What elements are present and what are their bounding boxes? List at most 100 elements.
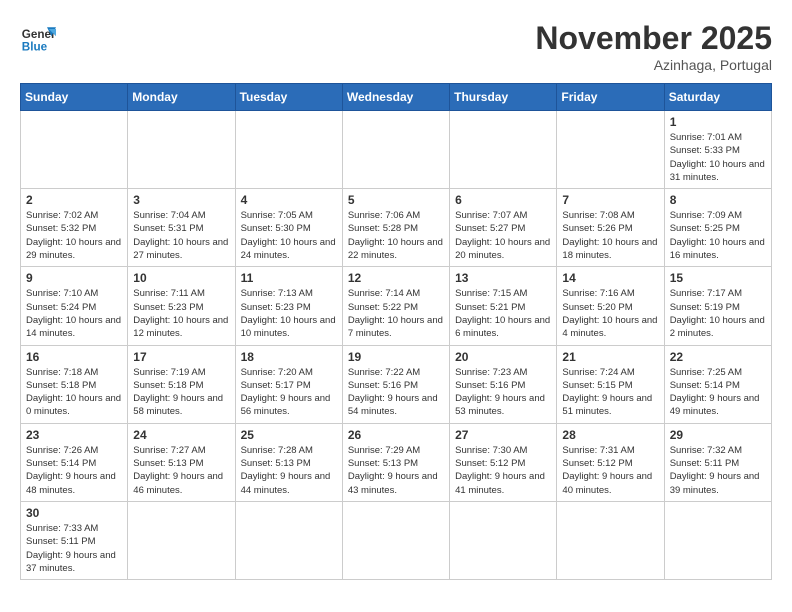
calendar-day-cell: 20 Sunrise: 7:23 AM Sunset: 5:16 PM Dayli…: [450, 345, 557, 423]
calendar-day-cell: 2 Sunrise: 7:02 AM Sunset: 5:32 PM Daylig…: [21, 189, 128, 267]
logo-icon: General Blue: [20, 20, 56, 56]
day-info: Sunrise: 7:33 AM Sunset: 5:11 PM Dayligh…: [26, 522, 122, 575]
day-info: Sunrise: 7:14 AM Sunset: 5:22 PM Dayligh…: [348, 287, 444, 340]
day-info: Sunrise: 7:22 AM Sunset: 5:16 PM Dayligh…: [348, 366, 444, 419]
day-info: Sunrise: 7:18 AM Sunset: 5:18 PM Dayligh…: [26, 366, 122, 419]
day-info: Sunrise: 7:30 AM Sunset: 5:12 PM Dayligh…: [455, 444, 551, 497]
day-number: 7: [562, 193, 658, 207]
day-info: Sunrise: 7:17 AM Sunset: 5:19 PM Dayligh…: [670, 287, 766, 340]
day-number: 30: [26, 506, 122, 520]
calendar-day-cell: 12 Sunrise: 7:14 AM Sunset: 5:22 PM Dayli…: [342, 267, 449, 345]
location: Azinhaga, Portugal: [535, 57, 772, 73]
day-number: 5: [348, 193, 444, 207]
day-info: Sunrise: 7:15 AM Sunset: 5:21 PM Dayligh…: [455, 287, 551, 340]
day-number: 13: [455, 271, 551, 285]
day-number: 27: [455, 428, 551, 442]
calendar-day-cell: [557, 111, 664, 189]
day-info: Sunrise: 7:20 AM Sunset: 5:17 PM Dayligh…: [241, 366, 337, 419]
day-number: 16: [26, 350, 122, 364]
calendar-day-cell: 21Sunrise: 7:24 AM Sunset: 5:15 PM Dayli…: [557, 345, 664, 423]
day-number: 15: [670, 271, 766, 285]
day-number: 20: [455, 350, 551, 364]
day-info: Sunrise: 7:02 AM Sunset: 5:32 PM Dayligh…: [26, 209, 122, 262]
day-number: 14: [562, 271, 658, 285]
weekday-header: Saturday: [664, 84, 771, 111]
weekday-header: Tuesday: [235, 84, 342, 111]
weekday-header-row: SundayMondayTuesdayWednesdayThursdayFrid…: [21, 84, 772, 111]
day-info: Sunrise: 7:06 AM Sunset: 5:28 PM Dayligh…: [348, 209, 444, 262]
day-number: 23: [26, 428, 122, 442]
day-number: 18: [241, 350, 337, 364]
calendar-day-cell: 23 Sunrise: 7:26 AM Sunset: 5:14 PM Dayli…: [21, 423, 128, 501]
calendar-day-cell: 29 Sunrise: 7:32 AM Sunset: 5:11 PM Dayli…: [664, 423, 771, 501]
day-number: 6: [455, 193, 551, 207]
day-number: 8: [670, 193, 766, 207]
calendar-day-cell: 16 Sunrise: 7:18 AM Sunset: 5:18 PM Dayli…: [21, 345, 128, 423]
day-info: Sunrise: 7:23 AM Sunset: 5:16 PM Dayligh…: [455, 366, 551, 419]
day-number: 17: [133, 350, 229, 364]
calendar-day-cell: [128, 501, 235, 579]
calendar-day-cell: 8 Sunrise: 7:09 AM Sunset: 5:25 PM Daylig…: [664, 189, 771, 267]
day-number: 4: [241, 193, 337, 207]
calendar-day-cell: 11Sunrise: 7:13 AM Sunset: 5:23 PM Dayli…: [235, 267, 342, 345]
calendar-day-cell: [342, 111, 449, 189]
calendar-day-cell: 25Sunrise: 7:28 AM Sunset: 5:13 PM Dayli…: [235, 423, 342, 501]
calendar-day-cell: 14 Sunrise: 7:16 AM Sunset: 5:20 PM Dayli…: [557, 267, 664, 345]
svg-text:Blue: Blue: [22, 41, 48, 54]
calendar-day-cell: 17 Sunrise: 7:19 AM Sunset: 5:18 PM Dayli…: [128, 345, 235, 423]
calendar-day-cell: [664, 501, 771, 579]
calendar-week-row: 30 Sunrise: 7:33 AM Sunset: 5:11 PM Dayli…: [21, 501, 772, 579]
day-info: Sunrise: 7:26 AM Sunset: 5:14 PM Dayligh…: [26, 444, 122, 497]
day-info: Sunrise: 7:04 AM Sunset: 5:31 PM Dayligh…: [133, 209, 229, 262]
day-number: 29: [670, 428, 766, 442]
weekday-header: Thursday: [450, 84, 557, 111]
day-number: 10: [133, 271, 229, 285]
calendar-day-cell: [450, 501, 557, 579]
day-info: Sunrise: 7:16 AM Sunset: 5:20 PM Dayligh…: [562, 287, 658, 340]
day-number: 24: [133, 428, 229, 442]
calendar-day-cell: 4 Sunrise: 7:05 AM Sunset: 5:30 PM Daylig…: [235, 189, 342, 267]
day-number: 9: [26, 271, 122, 285]
day-info: Sunrise: 7:05 AM Sunset: 5:30 PM Dayligh…: [241, 209, 337, 262]
day-info: Sunrise: 7:07 AM Sunset: 5:27 PM Dayligh…: [455, 209, 551, 262]
day-info: Sunrise: 7:29 AM Sunset: 5:13 PM Dayligh…: [348, 444, 444, 497]
calendar-day-cell: [235, 111, 342, 189]
weekday-header: Monday: [128, 84, 235, 111]
day-info: Sunrise: 7:08 AM Sunset: 5:26 PM Dayligh…: [562, 209, 658, 262]
calendar-day-cell: [235, 501, 342, 579]
calendar-day-cell: 1Sunrise: 7:01 AM Sunset: 5:33 PM Daylig…: [664, 111, 771, 189]
calendar-day-cell: 26Sunrise: 7:29 AM Sunset: 5:13 PM Dayli…: [342, 423, 449, 501]
calendar-day-cell: [557, 501, 664, 579]
calendar-day-cell: 13 Sunrise: 7:15 AM Sunset: 5:21 PM Dayli…: [450, 267, 557, 345]
weekday-header: Sunday: [21, 84, 128, 111]
calendar-day-cell: 10 Sunrise: 7:11 AM Sunset: 5:23 PM Dayli…: [128, 267, 235, 345]
calendar-day-cell: [450, 111, 557, 189]
day-number: 3: [133, 193, 229, 207]
calendar-day-cell: 5 Sunrise: 7:06 AM Sunset: 5:28 PM Daylig…: [342, 189, 449, 267]
day-number: 22: [670, 350, 766, 364]
weekday-header: Wednesday: [342, 84, 449, 111]
day-number: 25: [241, 428, 337, 442]
day-info: Sunrise: 7:01 AM Sunset: 5:33 PM Dayligh…: [670, 131, 766, 184]
weekday-header: Friday: [557, 84, 664, 111]
calendar-day-cell: [342, 501, 449, 579]
day-info: Sunrise: 7:32 AM Sunset: 5:11 PM Dayligh…: [670, 444, 766, 497]
day-info: Sunrise: 7:24 AM Sunset: 5:15 PM Dayligh…: [562, 366, 658, 419]
calendar-week-row: 1Sunrise: 7:01 AM Sunset: 5:33 PM Daylig…: [21, 111, 772, 189]
day-number: 12: [348, 271, 444, 285]
title-area: November 2025 Azinhaga, Portugal: [535, 20, 772, 73]
page-header: General Blue November 2025 Azinhaga, Por…: [20, 20, 772, 73]
day-info: Sunrise: 7:11 AM Sunset: 5:23 PM Dayligh…: [133, 287, 229, 340]
logo: General Blue: [20, 20, 56, 56]
day-number: 2: [26, 193, 122, 207]
day-number: 28: [562, 428, 658, 442]
calendar-day-cell: 19 Sunrise: 7:22 AM Sunset: 5:16 PM Dayli…: [342, 345, 449, 423]
calendar-week-row: 9Sunrise: 7:10 AM Sunset: 5:24 PM Daylig…: [21, 267, 772, 345]
day-info: Sunrise: 7:27 AM Sunset: 5:13 PM Dayligh…: [133, 444, 229, 497]
day-number: 19: [348, 350, 444, 364]
day-info: Sunrise: 7:19 AM Sunset: 5:18 PM Dayligh…: [133, 366, 229, 419]
calendar-day-cell: 27 Sunrise: 7:30 AM Sunset: 5:12 PM Dayli…: [450, 423, 557, 501]
day-number: 11: [241, 271, 337, 285]
calendar: SundayMondayTuesdayWednesdayThursdayFrid…: [20, 83, 772, 580]
day-info: Sunrise: 7:09 AM Sunset: 5:25 PM Dayligh…: [670, 209, 766, 262]
